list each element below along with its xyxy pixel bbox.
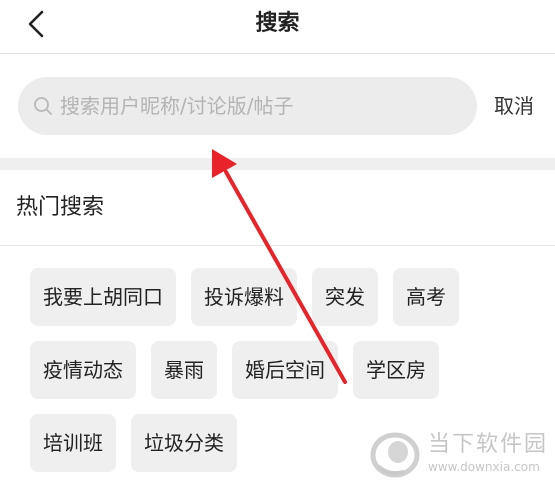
tag-row: 我要上胡同口 投诉爆料 突发 高考 — [30, 268, 530, 326]
hot-tag[interactable]: 学区房 — [353, 341, 439, 399]
hot-tag[interactable]: 培训班 — [30, 414, 116, 472]
hot-search-header: 热门搜索 — [0, 170, 555, 246]
watermark-url: www.downxia.com — [428, 460, 540, 474]
hot-tag[interactable]: 我要上胡同口 — [30, 268, 176, 326]
hot-search-title: 热门搜索 — [16, 195, 105, 220]
section-divider — [0, 158, 555, 170]
hot-tag[interactable]: 婚后空间 — [232, 341, 338, 399]
hot-tag[interactable]: 突发 — [312, 268, 378, 326]
hot-tag[interactable]: 暴雨 — [151, 341, 217, 399]
search-box[interactable] — [18, 77, 477, 135]
watermark: 当下软件园 www.downxia.com — [368, 418, 548, 488]
cancel-button[interactable]: 取消 — [494, 91, 534, 121]
search-row: 取消 — [0, 54, 555, 158]
page-title: 搜索 — [255, 11, 300, 36]
hot-tag[interactable]: 垃圾分类 — [131, 414, 237, 472]
hot-tag[interactable]: 高考 — [393, 268, 459, 326]
search-icon — [32, 95, 54, 117]
watermark-name: 当下软件园 — [428, 432, 549, 457]
hot-tag[interactable]: 疫情动态 — [30, 341, 136, 399]
hot-tag[interactable]: 投诉爆料 — [191, 268, 297, 326]
search-input[interactable] — [60, 86, 440, 126]
tag-row: 疫情动态 暴雨 婚后空间 学区房 — [30, 341, 530, 399]
downxia-logo-icon — [370, 432, 420, 478]
top-bar: 搜索 — [0, 0, 555, 54]
